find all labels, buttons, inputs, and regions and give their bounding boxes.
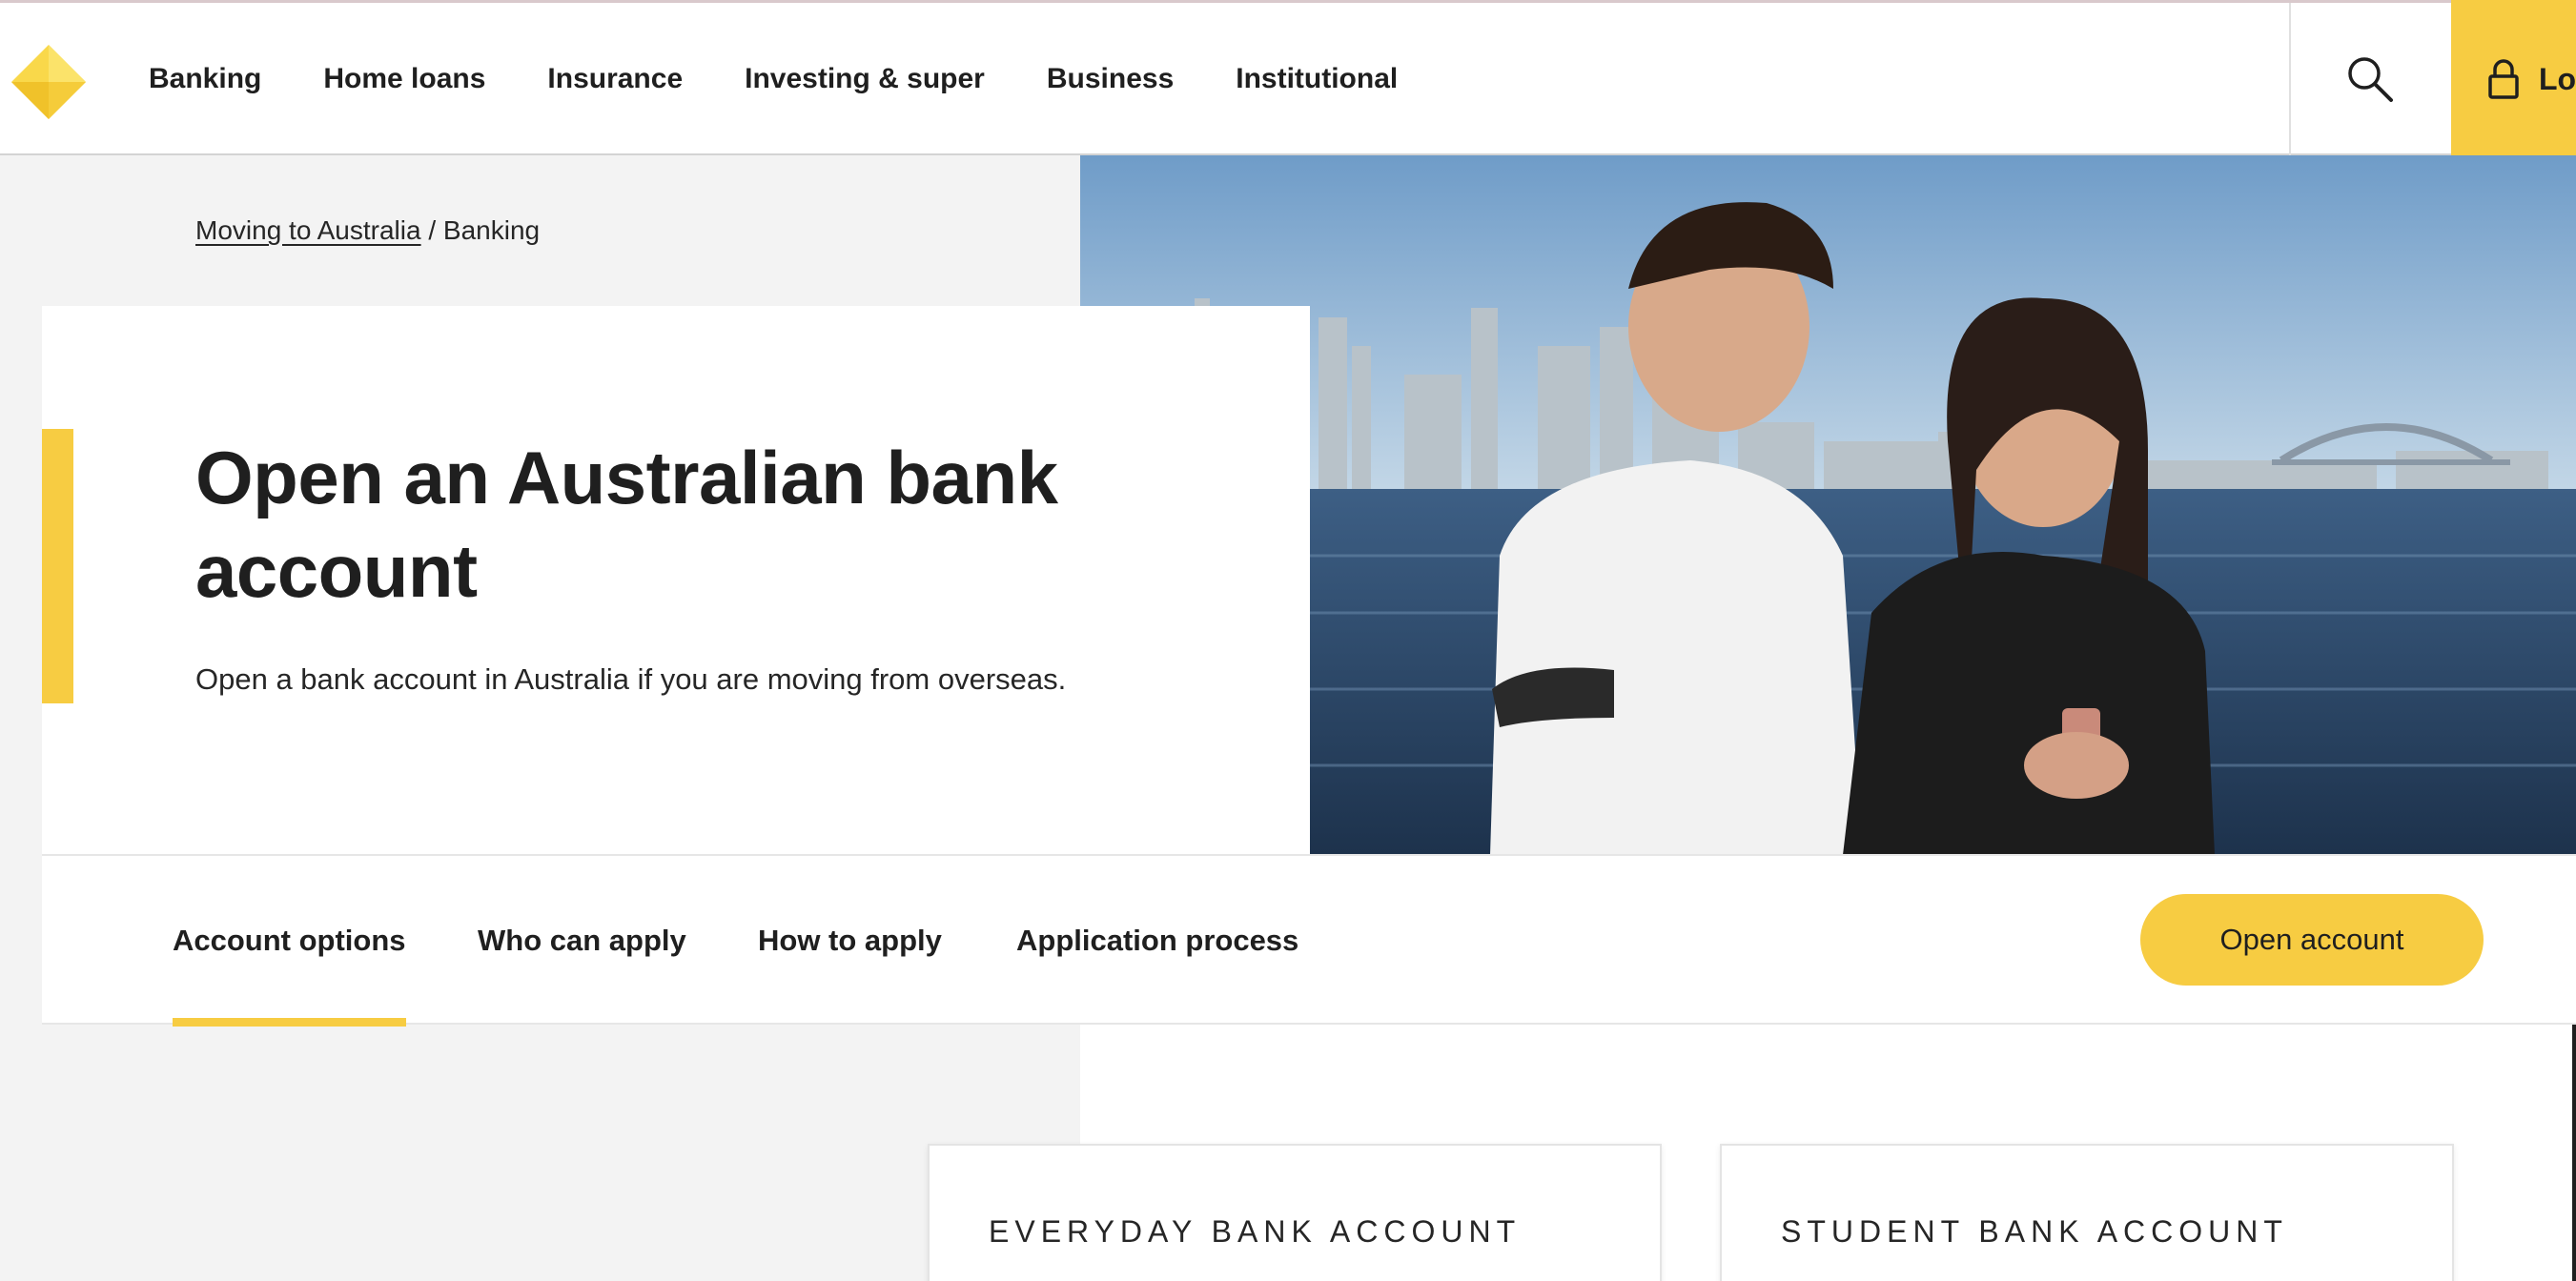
card-title: EVERYDAY BANK ACCOUNT xyxy=(989,1214,1522,1249)
product-card-everyday[interactable]: EVERYDAY BANK ACCOUNT xyxy=(928,1144,1662,1281)
breadcrumb-current: Banking xyxy=(442,215,541,245)
search-icon xyxy=(2348,57,2393,102)
section-tabs: Account options Who can apply How to app… xyxy=(42,854,2576,1027)
brand-logo[interactable] xyxy=(10,43,88,121)
hero-accent-bar xyxy=(42,429,73,703)
nav-item-banking[interactable]: Banking xyxy=(149,63,261,95)
diamond-logo-icon xyxy=(11,45,86,119)
hero-subtitle: Open a bank account in Australia if you … xyxy=(195,662,1067,696)
tab-how-to-apply[interactable]: How to apply xyxy=(758,856,942,1025)
page-gutter xyxy=(0,1025,42,1281)
tab-application-process[interactable]: Application process xyxy=(1016,856,1298,1025)
scrollbar-edge xyxy=(2572,1025,2576,1281)
nav-item-business[interactable]: Business xyxy=(1047,63,1174,95)
search-button[interactable] xyxy=(2291,3,2449,155)
lock-icon xyxy=(2488,59,2519,99)
top-navigation: Banking Home loans Insurance Investing &… xyxy=(0,0,2576,158)
product-card-student[interactable]: STUDENT BANK ACCOUNT xyxy=(1720,1144,2454,1281)
page-title: Open an Australian bank account xyxy=(195,436,1058,613)
login-button[interactable]: Lo xyxy=(2451,0,2576,158)
nav-item-institutional[interactable]: Institutional xyxy=(1236,63,1398,95)
breadcrumb: Moving to Australia / Banking xyxy=(195,215,540,246)
open-account-button[interactable]: Open account xyxy=(2140,894,2484,986)
breadcrumb-link-moving-to-australia[interactable]: Moving to Australia xyxy=(195,215,421,245)
tab-who-can-apply[interactable]: Who can apply xyxy=(478,856,686,1025)
nav-item-investing-super[interactable]: Investing & super xyxy=(745,63,985,95)
login-label: Lo xyxy=(2539,61,2576,96)
nav-item-insurance[interactable]: Insurance xyxy=(547,63,683,95)
nav-item-home-loans[interactable]: Home loans xyxy=(323,63,485,95)
main-nav: Banking Home loans Insurance Investing &… xyxy=(149,3,1460,155)
breadcrumb-separator: / xyxy=(420,215,443,245)
card-title: STUDENT BANK ACCOUNT xyxy=(1781,1214,2288,1249)
tab-account-options[interactable]: Account options xyxy=(173,856,406,1027)
